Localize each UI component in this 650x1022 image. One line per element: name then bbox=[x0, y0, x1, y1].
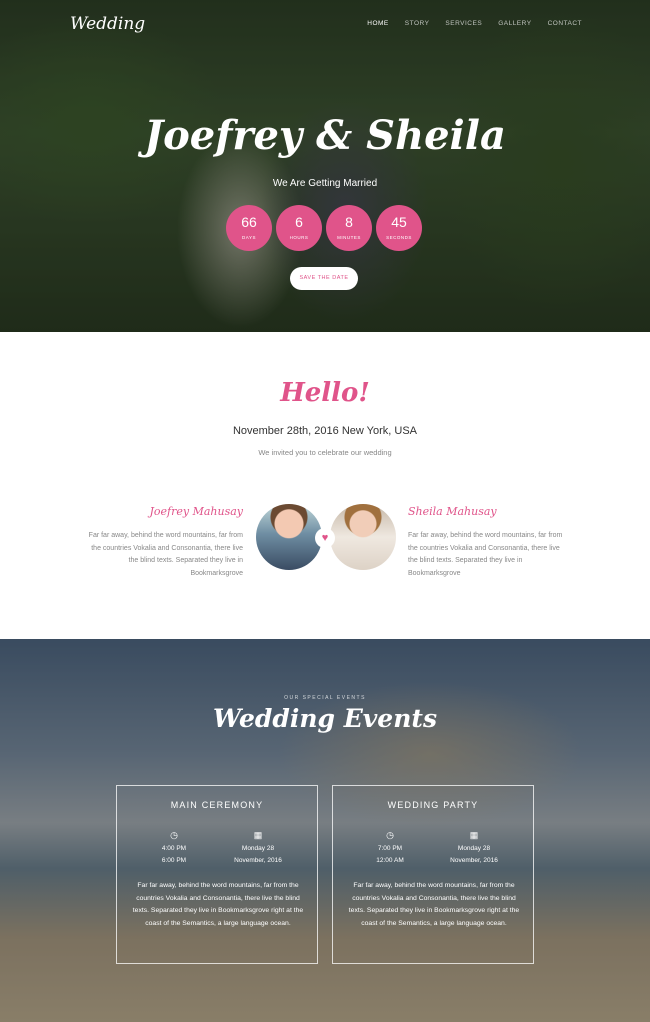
groom-photo bbox=[256, 504, 322, 570]
event-time: ◷ 4:00 PM 6:00 PM bbox=[139, 830, 209, 866]
event-card-text: Far far away, behind the word mountains,… bbox=[348, 882, 520, 927]
nav-gallery[interactable]: GALLERY bbox=[498, 20, 531, 27]
event-time-start: 4:00 PM bbox=[161, 845, 187, 852]
bride-photo bbox=[330, 504, 396, 570]
countdown-seconds: 45 SECONDS bbox=[376, 205, 422, 251]
events-title: Wedding Events bbox=[212, 704, 438, 733]
hero-subtitle: We Are Getting Married bbox=[272, 178, 378, 189]
bride-name: Sheila Mahusay bbox=[408, 505, 497, 518]
events-eyebrow: OUR SPECIAL EVENTS bbox=[284, 695, 366, 701]
invite-text: We invited you to celebrate our wedding bbox=[258, 448, 392, 457]
hero-section: Wedding HOME STORY SERVICES GALLERY CONT… bbox=[0, 0, 650, 332]
bride-bio: Far far away, behind the word mountains,… bbox=[408, 532, 563, 577]
countdown-days: 66 DAYS bbox=[226, 205, 272, 251]
events-section: OUR SPECIAL EVENTS Wedding Events MAIN C… bbox=[0, 639, 650, 1022]
event-date-day: Monday 28 bbox=[457, 845, 491, 852]
countdown: 66 DAYS 6 HOURS 8 MINUTES 45 SECONDS bbox=[226, 205, 422, 251]
event-time-end: 6:00 PM bbox=[161, 856, 187, 864]
clock-icon: ◷ bbox=[170, 830, 178, 840]
countdown-hours-value: 6 bbox=[295, 214, 303, 230]
event-date: ▦ Monday 28 November, 2016 bbox=[439, 830, 509, 866]
main-nav: HOME STORY SERVICES GALLERY CONTACT bbox=[367, 20, 582, 27]
date-location: November 28th, 2016 New York, USA bbox=[232, 425, 418, 437]
event-date-month: November, 2016 bbox=[450, 856, 498, 864]
calendar-icon: ▦ bbox=[253, 830, 263, 840]
countdown-minutes-label: MINUTES bbox=[337, 235, 361, 240]
event-card-title: WEDDING PARTY bbox=[387, 800, 479, 810]
event-date-month: November, 2016 bbox=[234, 856, 282, 864]
calendar-icon: ▦ bbox=[469, 830, 479, 840]
event-card-text: Far far away, behind the word mountains,… bbox=[132, 882, 304, 927]
event-time-end: 12:00 AM bbox=[376, 856, 404, 864]
event-card-main-ceremony: MAIN CEREMONY ◷ 4:00 PM 6:00 PM ▦ Monday… bbox=[116, 785, 318, 964]
event-time: ◷ 7:00 PM 12:00 AM bbox=[355, 830, 425, 866]
site-logo[interactable]: Wedding bbox=[70, 14, 145, 34]
couple-title: Joefrey & Sheila bbox=[144, 112, 506, 159]
hello-heading: Hello! bbox=[280, 378, 370, 408]
event-card-title: MAIN CEREMONY bbox=[170, 800, 264, 810]
event-date-day: Monday 28 bbox=[241, 845, 275, 852]
heart-icon: ♥ bbox=[315, 528, 335, 548]
nav-story[interactable]: STORY bbox=[405, 20, 430, 27]
countdown-minutes-value: 8 bbox=[345, 214, 353, 230]
countdown-seconds-value: 45 bbox=[391, 214, 407, 230]
groom-bio: Far far away, behind the word mountains,… bbox=[88, 532, 243, 577]
event-date: ▦ Monday 28 November, 2016 bbox=[223, 830, 293, 866]
countdown-seconds-label: SECONDS bbox=[386, 235, 412, 240]
event-card-wedding-party: WEDDING PARTY ◷ 7:00 PM 12:00 AM ▦ Monda… bbox=[332, 785, 534, 964]
event-time-start: 7:00 PM bbox=[377, 845, 403, 852]
nav-contact[interactable]: CONTACT bbox=[548, 20, 582, 27]
nav-services[interactable]: SERVICES bbox=[445, 20, 482, 27]
countdown-minutes: 8 MINUTES bbox=[326, 205, 372, 251]
save-the-date-button[interactable]: SAVE THE DATE bbox=[290, 267, 358, 290]
countdown-days-value: 66 bbox=[241, 214, 257, 230]
countdown-days-label: DAYS bbox=[242, 235, 256, 240]
countdown-hours: 6 HOURS bbox=[276, 205, 322, 251]
countdown-hours-label: HOURS bbox=[289, 235, 309, 240]
nav-home[interactable]: HOME bbox=[367, 20, 389, 27]
groom-name: Joefrey Mahusay bbox=[149, 505, 244, 518]
clock-icon: ◷ bbox=[386, 830, 394, 840]
